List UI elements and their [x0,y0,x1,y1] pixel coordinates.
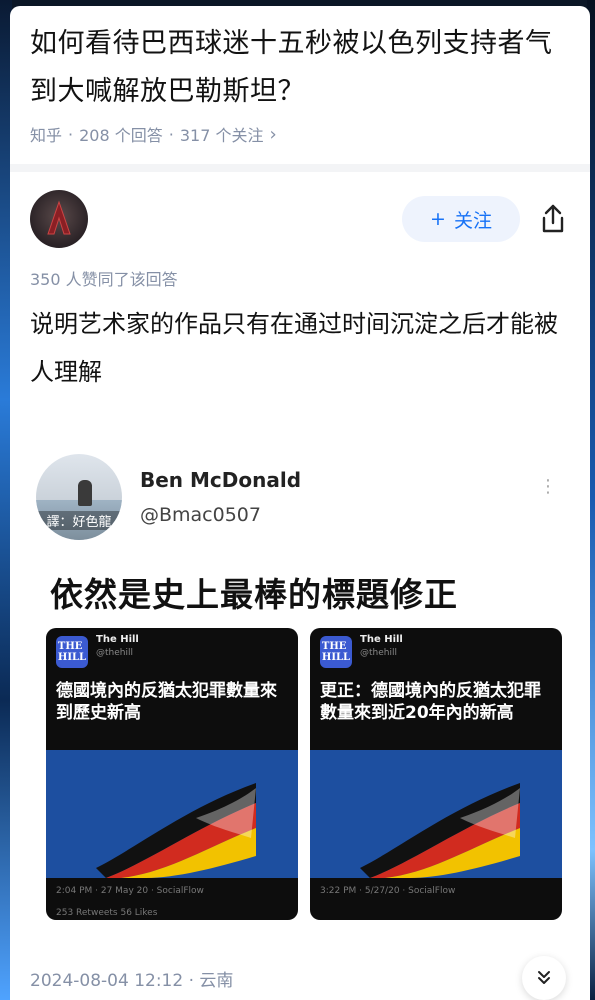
shot-headline: 更正：德國境內的反猶太犯罪數量來到近20年內的新高 [320,681,541,723]
more-options-icon: ⋮ [539,476,558,497]
the-hill-logo-icon: THE HILL [56,636,88,668]
shot-stats: 253 Retweets 56 Likes [56,908,158,918]
shot-headline: 德國境內的反猶太犯罪數量來到歷史新高 [56,681,277,723]
original-headline-shot: THE HILL The Hill @thehill 德國境內的反猶太犯罪數量來到… [46,628,298,920]
shot-timestamp: 3:22 PM · 5/27/20 · SocialFlow [320,886,456,896]
the-hill-logo-icon: THE HILL [320,636,352,668]
tweet-avatar: 譯：好色龍 [36,454,122,540]
question-meta[interactable]: 知乎 · 208 个回答 · 317 个关注 › [30,122,570,146]
shot-handle: @thehill [96,648,133,658]
embedded-tweet-image[interactable]: 譯：好色龍 Ben McDonald @Bmac0507 ⋮ 依然是史上最棒的標… [24,452,584,932]
shot-source: The Hill [96,634,139,645]
shot-timestamp: 2:04 PM · 27 May 20 · SocialFlow [56,886,204,896]
like-count: 350 人赞同了该回答 [30,270,178,289]
german-flag-image [96,783,256,878]
translator-watermark: 譯：好色龍 [36,511,122,530]
tweet-author-name: Ben McDonald [140,468,302,492]
shot-source: The Hill [360,634,403,645]
tweet-screenshots: THE HILL The Hill @thehill 德國境內的反猶太犯罪數量來到… [46,628,566,928]
assassin-emblem-icon [47,200,71,235]
collapse-button[interactable] [522,956,566,1000]
tweet-header: 譯：好色龍 Ben McDonald @Bmac0507 ⋮ [24,452,584,542]
answer-timestamp-location: 2024-08-04 12:12 · 云南 [30,970,234,991]
author-avatar[interactable] [30,190,88,248]
share-icon[interactable] [536,202,570,236]
answer-footer: 2024-08-04 12:12 · 云南 [10,956,590,1000]
follow-count: 317 个关注 [179,126,264,145]
question-header[interactable]: 如何看待巴西球迷十五秒被以色列支持者气到大喊解放巴勒斯坦？ 知乎 · 208 个… [10,6,590,146]
answer-text: 说明艺术家的作品只有在通过时间沉淀之后才能被人理解 [30,310,558,386]
chevron-right-icon: › [269,123,277,145]
corrected-headline-shot: THE HILL The Hill @thehill 更正：德國境內的反猶太犯罪數… [310,628,562,920]
tweet-caption: 依然是史上最棒的標題修正 [50,575,458,614]
tweet-author-handle: @Bmac0507 [140,504,261,526]
shot-handle: @thehill [360,648,397,658]
question-title[interactable]: 如何看待巴西球迷十五秒被以色列支持者气到大喊解放巴勒斯坦？ [30,20,570,116]
plus-icon: + [430,208,446,230]
author-bar: + 关注 [10,172,590,252]
question-source: 知乎 [30,126,63,145]
follow-button[interactable]: + 关注 [402,196,520,242]
answer-page: 如何看待巴西球迷十五秒被以色列支持者气到大喊解放巴勒斯坦？ 知乎 · 208 个… [10,6,590,1000]
answer-count: 208 个回答 [79,126,163,145]
follow-button-label: 关注 [453,209,492,232]
meta-dot: · [68,124,74,144]
german-flag-image [360,783,520,878]
section-divider [10,164,590,172]
meta-dot: · [168,124,174,144]
double-chevron-down-icon [538,971,550,984]
